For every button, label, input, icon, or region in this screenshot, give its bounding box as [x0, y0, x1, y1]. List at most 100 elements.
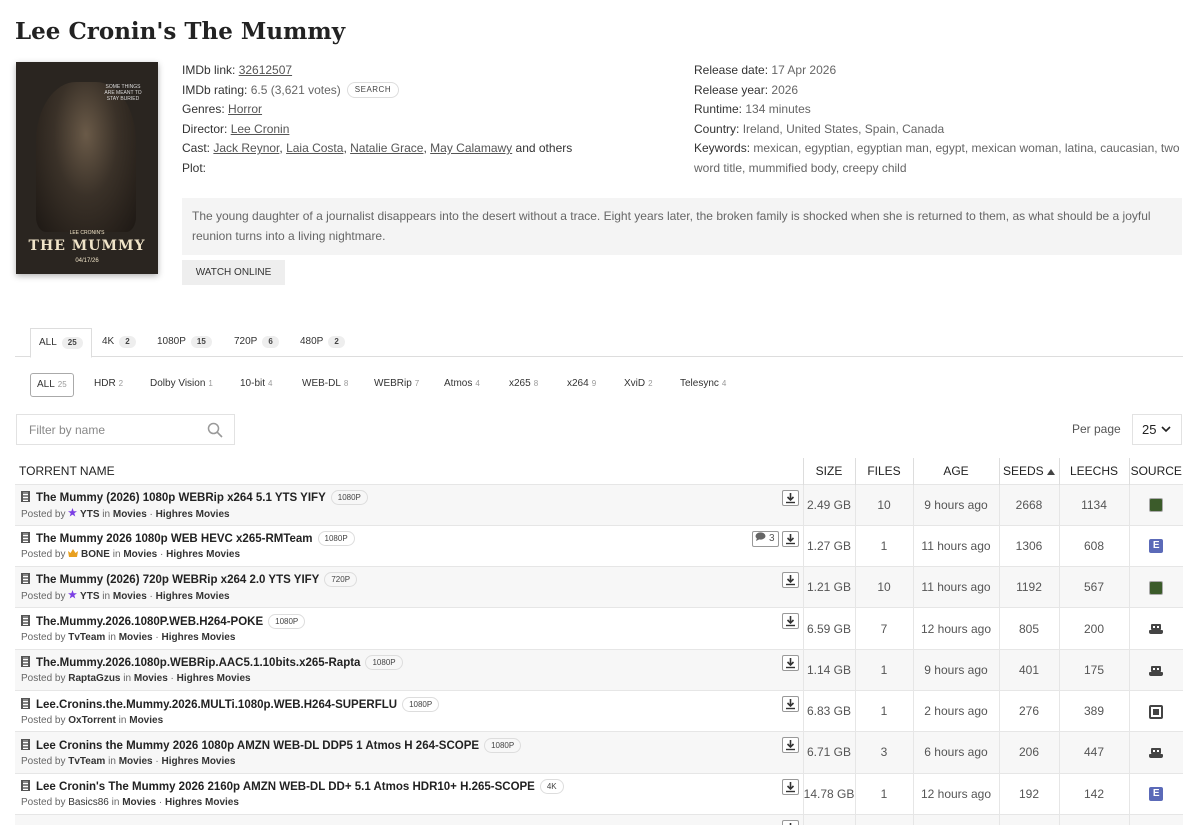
yts-source-icon[interactable]	[1149, 580, 1164, 595]
cast-link[interactable]: Jack Reynor	[213, 141, 279, 155]
tag-tab-dolby-vision[interactable]: Dolby Vision 1	[150, 373, 213, 397]
table-row[interactable]: The.Mummy.2026.1080P.WEB.H264-POKE 1080P P…	[15, 607, 1183, 650]
download-button[interactable]	[781, 530, 799, 547]
download-button[interactable]	[781, 489, 799, 506]
category-link[interactable]: Movies	[113, 591, 147, 602]
subcategory-link[interactable]: Highres Movies	[161, 632, 235, 643]
column-header-leechs[interactable]: LEECHS	[1059, 458, 1130, 484]
category-link[interactable]: Movies	[119, 756, 153, 767]
torrent-name-cell: Lee Cronin's The Mummy 2026 1080p 10bit …	[15, 813, 804, 825]
torrent-title-link[interactable]: The.Mummy.2026.1080P.WEB.H264-POKE	[36, 616, 263, 628]
download-button[interactable]	[781, 654, 799, 671]
column-header-age[interactable]: AGE	[913, 458, 1000, 484]
film-icon	[21, 738, 30, 750]
cast-link[interactable]: Natalie Grace	[350, 141, 423, 155]
uploader-link[interactable]: TvTeam	[68, 756, 105, 767]
genre-link[interactable]: Horror	[228, 102, 262, 116]
imdb-link[interactable]: 32612507	[239, 63, 292, 77]
torrent-title-link[interactable]: The Mummy (2026) 1080p WEBRip x264 5.1 Y…	[36, 492, 326, 504]
table-row[interactable]: The Mummy (2026) 720p WEBRip x264 2.0 YT…	[15, 566, 1183, 608]
table-row[interactable]: Lee.Cronins.the.Mummy.2026.MULTi.1080p.W…	[15, 689, 1183, 732]
cast-link[interactable]: May Calamawy	[430, 141, 512, 155]
download-button[interactable]	[781, 819, 799, 825]
category-link[interactable]: Movies	[134, 673, 168, 684]
tag-tab-x264[interactable]: x264 9	[567, 373, 596, 397]
subcategory-link[interactable]: Highres Movies	[165, 797, 239, 808]
tag-tab-x265[interactable]: x265 8	[509, 373, 538, 397]
tab-quality-all[interactable]: ALL 25	[30, 328, 92, 358]
watch-online-button[interactable]: WATCH ONLINE	[182, 260, 285, 285]
eztv-source-icon[interactable]: E	[1149, 539, 1164, 554]
torrent-title-link[interactable]: Lee Cronin's The Mummy 2026 2160p AMZN W…	[36, 781, 535, 793]
table-row[interactable]: Lee Cronin's The Mummy 2026 1080p 10bit …	[15, 813, 1183, 825]
filter-input[interactable]	[17, 415, 197, 444]
in-label: in	[108, 755, 116, 767]
column-header-source[interactable]: SOURCE	[1129, 458, 1183, 484]
table-row[interactable]: Lee Cronins the Mummy 2026 1080p AMZN WE…	[15, 731, 1183, 774]
size-cell: 2.49 GB	[803, 483, 856, 526]
download-button[interactable]	[781, 737, 799, 754]
yts-source-icon[interactable]	[1149, 498, 1164, 513]
uploader-link[interactable]: OxTorrent	[68, 715, 116, 726]
tag-tab-hdr[interactable]: HDR 2	[94, 373, 123, 397]
subcategory-link[interactable]: Highres Movies	[177, 673, 251, 684]
download-button[interactable]	[781, 613, 799, 630]
category-link[interactable]: Movies	[113, 509, 147, 520]
table-row[interactable]: The Mummy (2026) 1080p WEBRip x264 5.1 Y…	[15, 483, 1183, 526]
torrent-title-link[interactable]: Lee.Cronins.the.Mummy.2026.MULTi.1080p.W…	[36, 699, 397, 711]
table-row[interactable]: Lee Cronin's The Mummy 2026 2160p AMZN W…	[15, 772, 1183, 815]
tab-quality-480p[interactable]: 480P 2	[292, 328, 353, 357]
tag-tab-atmos[interactable]: Atmos 4	[444, 373, 480, 397]
comments-button[interactable]: 3	[752, 530, 779, 547]
uploader-link[interactable]: TvTeam	[68, 632, 105, 643]
column-header-files[interactable]: FILES	[855, 458, 914, 484]
tab-quality-1080p[interactable]: 1080P 15	[149, 328, 220, 357]
search-button[interactable]: SEARCH	[346, 82, 400, 99]
uploader-link[interactable]: RaptaGzus	[68, 673, 120, 684]
robot-source-icon[interactable]	[1149, 624, 1164, 635]
uploader-link[interactable]: Basics86	[68, 797, 109, 808]
director-link[interactable]: Lee Cronin	[231, 122, 290, 136]
tag-tab-telesync[interactable]: Telesync 4	[680, 373, 726, 397]
search-icon[interactable]	[207, 422, 223, 438]
eztv-source-icon[interactable]: E	[1149, 787, 1164, 802]
movie-poster[interactable]: SOME THINGS ARE MEANT TO STAY BURIED LEE…	[16, 62, 158, 274]
column-header-name[interactable]: TORRENT NAME	[15, 458, 804, 484]
download-button[interactable]	[781, 572, 799, 589]
uploader-link[interactable]: YTS	[80, 591, 99, 602]
square-source-icon[interactable]	[1149, 704, 1164, 719]
cast-link[interactable]: Laia Costa	[286, 141, 343, 155]
per-page-select[interactable]: 25	[1132, 414, 1182, 445]
tag-label: x265	[509, 378, 531, 389]
category-link[interactable]: Movies	[122, 797, 156, 808]
tab-quality-4k[interactable]: 4K 2	[94, 328, 144, 357]
uploader-link[interactable]: YTS	[80, 509, 99, 520]
table-row[interactable]: The.Mummy.2026.1080p.WEBRip.AAC5.1.10bit…	[15, 648, 1183, 691]
category-link[interactable]: Movies	[119, 632, 153, 643]
tag-tab-xvid[interactable]: XviD 2	[624, 373, 653, 397]
robot-source-icon[interactable]	[1149, 748, 1164, 759]
robot-source-icon[interactable]	[1149, 665, 1164, 676]
torrent-title-link[interactable]: The.Mummy.2026.1080p.WEBRip.AAC5.1.10bit…	[36, 657, 360, 669]
category-link[interactable]: Movies	[129, 715, 163, 726]
tab-quality-720p[interactable]: 720P 6	[226, 328, 287, 357]
torrent-title-link[interactable]: The Mummy (2026) 720p WEBRip x264 2.0 YT…	[36, 574, 319, 586]
leechs-cell	[1059, 813, 1130, 825]
table-row[interactable]: The Mummy 2026 1080p WEB HEVC x265-RMTea…	[15, 524, 1183, 567]
subcategory-link[interactable]: Highres Movies	[156, 509, 230, 520]
column-header-size[interactable]: SIZE	[803, 458, 856, 484]
subcategory-link[interactable]: Highres Movies	[166, 549, 240, 560]
torrent-title-link[interactable]: The Mummy 2026 1080p WEB HEVC x265-RMTea…	[36, 533, 313, 545]
subcategory-link[interactable]: Highres Movies	[156, 591, 230, 602]
subcategory-link[interactable]: Highres Movies	[161, 756, 235, 767]
tag-tab-10bit[interactable]: 10-bit 4	[240, 373, 272, 397]
download-button[interactable]	[781, 778, 799, 795]
uploader-link[interactable]: BONE	[81, 549, 110, 560]
column-header-seeds[interactable]: SEEDS	[999, 458, 1060, 484]
torrent-title-link[interactable]: Lee Cronins the Mummy 2026 1080p AMZN WE…	[36, 740, 479, 752]
tag-tab-webrip[interactable]: WEBRip 7	[374, 373, 419, 397]
tag-tab-all[interactable]: ALL 25	[30, 373, 74, 397]
category-link[interactable]: Movies	[123, 549, 157, 560]
download-button[interactable]	[781, 695, 799, 712]
tag-tab-web-dl[interactable]: WEB-DL 8	[302, 373, 348, 397]
